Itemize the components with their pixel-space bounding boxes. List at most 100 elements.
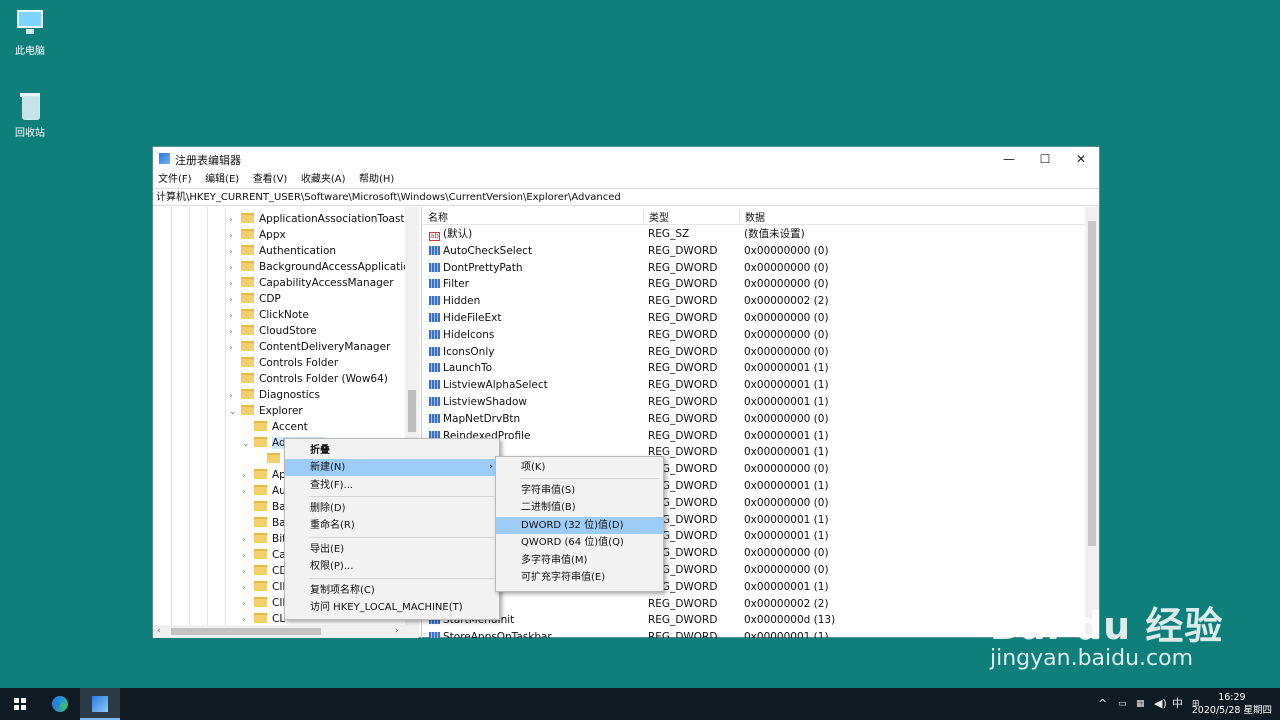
expand-arrow-icon[interactable]: ›: [229, 276, 241, 292]
scroll-left-arrow-icon[interactable]: ‹: [157, 625, 161, 638]
expand-arrow-icon[interactable]: ›: [229, 292, 241, 308]
tree-item[interactable]: › ContentDeliveryManager: [229, 339, 390, 355]
close-button[interactable]: ✕: [1063, 147, 1099, 171]
expand-arrow-icon[interactable]: ⌄: [242, 436, 254, 452]
tree-item[interactable]: Accent: [242, 419, 308, 435]
menu-item-permissions[interactable]: 权限(P)...: [285, 558, 499, 575]
taskbar-regedit-button[interactable]: [80, 688, 120, 720]
tree-item[interactable]: › CapabilityAccessManager: [229, 275, 394, 291]
tree-item[interactable]: › CDP: [229, 291, 281, 307]
submenu-item-binary-value[interactable]: 二进制值(B): [496, 499, 663, 516]
table-row[interactable]: HideIcons REG_DWORD 0x00000000 (0): [423, 327, 1085, 344]
expand-arrow-icon[interactable]: ›: [229, 324, 241, 340]
scrollbar-thumb[interactable]: [408, 390, 416, 432]
table-row[interactable]: ListviewShadow REG_DWORD 0x00000001 (1): [423, 394, 1085, 411]
tree-item[interactable]: › ApplicationAssociationToasts: [229, 211, 410, 227]
expand-arrow-icon[interactable]: ›: [229, 308, 241, 324]
scrollbar-thumb[interactable]: [1088, 221, 1096, 546]
menu-item-copy-key-name[interactable]: 复制项名称(C): [285, 582, 499, 599]
menu-file[interactable]: 文件(F): [153, 171, 197, 189]
expand-arrow-icon[interactable]: ›: [242, 532, 254, 548]
address-bar[interactable]: 计算机\HKEY_CURRENT_USER\Software\Microsoft…: [153, 188, 1099, 206]
taskbar-edge-button[interactable]: [40, 688, 80, 720]
expand-arrow-icon[interactable]: ›: [242, 596, 254, 612]
minimize-button[interactable]: —: [991, 147, 1027, 171]
tree-item[interactable]: › Diagnostics: [229, 387, 320, 403]
expand-arrow-icon[interactable]: ›: [229, 228, 241, 244]
submenu-item-qword-value[interactable]: QWORD (64 位)值(Q): [496, 534, 663, 551]
column-header-type[interactable]: 类型: [643, 209, 669, 224]
scrollbar-thumb[interactable]: [171, 628, 321, 635]
table-row[interactable]: Filter REG_DWORD 0x00000000 (0): [423, 276, 1085, 293]
menu-item-export[interactable]: 导出(E): [285, 541, 499, 558]
expand-arrow-icon[interactable]: ›: [242, 580, 254, 596]
menu-item-delete[interactable]: 删除(D): [285, 500, 499, 517]
tree-item[interactable]: Controls Folder: [229, 355, 338, 371]
table-row[interactable]: DontPrettyPath REG_DWORD 0x00000000 (0): [423, 260, 1085, 277]
ime-indicator[interactable]: 中: [1172, 688, 1183, 720]
menu-item-find[interactable]: 查找(F)...: [285, 477, 499, 494]
expand-arrow-icon[interactable]: ›: [242, 612, 254, 625]
table-row[interactable]: StartMenuInit REG_DWORD 0x0000000d (13): [423, 612, 1085, 629]
scroll-right-arrow-icon[interactable]: ›: [395, 625, 399, 638]
tree-item[interactable]: Controls Folder (Wow64): [229, 371, 388, 387]
tree-item[interactable]: › CII: [242, 579, 286, 595]
table-row[interactable]: IconsOnly REG_DWORD 0x00000000 (0): [423, 344, 1085, 361]
list-vertical-scrollbar[interactable]: [1085, 207, 1099, 638]
tree-item[interactable]: Ba: [242, 499, 286, 515]
desktop-icon-recycle-bin[interactable]: 回收站: [0, 90, 60, 139]
desktop-icon-this-pc[interactable]: 此电脑: [0, 8, 60, 57]
menu-item-rename[interactable]: 重命名(R): [285, 517, 499, 534]
table-row[interactable]: ListviewAlphaSelect REG_DWORD 0x00000001 (…: [423, 377, 1085, 394]
expand-arrow-icon[interactable]: ›: [242, 468, 254, 484]
title-bar[interactable]: 注册表编辑器 — ☐ ✕: [153, 147, 1099, 171]
submenu-item-expandable-string-value[interactable]: 可扩充字符串值(E): [496, 569, 663, 586]
menu-view[interactable]: 查看(V): [248, 171, 293, 189]
menu-favorites[interactable]: 收藏夹(A): [296, 171, 351, 189]
expand-arrow-icon[interactable]: ›: [229, 340, 241, 356]
start-button[interactable]: [0, 688, 40, 720]
table-row[interactable]: StoreAppsOnTaskbar REG_DWORD 0x00000001 (1…: [423, 629, 1085, 638]
submenu-item-string-value[interactable]: 字符串值(S): [496, 482, 663, 499]
volume-icon[interactable]: ◀): [1154, 688, 1167, 720]
tray-overflow-icon[interactable]: ^: [1098, 688, 1107, 720]
menu-item-collapse[interactable]: 折叠: [285, 442, 499, 459]
expand-arrow-icon[interactable]: ›: [229, 260, 241, 276]
table-row[interactable]: FilesREG_DWORD0x00000002 (2): [423, 596, 1085, 613]
tree-item[interactable]: [255, 451, 285, 467]
tree-item[interactable]: › Bit: [242, 531, 286, 547]
maximize-button[interactable]: ☐: [1027, 147, 1063, 171]
expand-arrow-icon[interactable]: ›: [242, 484, 254, 500]
menu-item-visit-hklm[interactable]: 访问 HKEY_LOCAL_MACHINE(T): [285, 599, 499, 616]
table-row[interactable]: LaunchTo REG_DWORD 0x00000001 (1): [423, 360, 1085, 377]
menu-edit[interactable]: 编辑(E): [200, 171, 244, 189]
menu-help[interactable]: 帮助(H): [354, 171, 399, 189]
table-row[interactable]: ReindexedProfile REG_DWORD 0x00000001 (1): [423, 428, 1085, 445]
tree-horizontal-scrollbar[interactable]: ‹ ›: [153, 625, 419, 638]
table-row[interactable]: Hidden REG_DWORD 0x00000002 (2): [423, 293, 1085, 310]
tree-item[interactable]: › CII: [242, 595, 286, 611]
tree-item[interactable]: › ClickNote: [229, 307, 309, 323]
column-header-name[interactable]: 名称: [423, 209, 448, 224]
expand-arrow-icon[interactable]: ›: [242, 564, 254, 580]
taskbar-clock[interactable]: 16:29 2020/5/28 星期四: [1192, 691, 1272, 717]
table-row[interactable]: ab (默认) REG_SZ (数值未设置): [423, 226, 1085, 243]
tree-item[interactable]: › Au: [242, 483, 286, 499]
battery-icon[interactable]: ▭: [1118, 688, 1127, 720]
tree-item[interactable]: › CloudStore: [229, 323, 317, 339]
network-icon[interactable]: ▦: [1136, 688, 1145, 720]
tree-item[interactable]: › Appx: [229, 227, 286, 243]
expand-arrow-icon[interactable]: ⌄: [229, 404, 241, 420]
expand-arrow-icon[interactable]: ›: [242, 548, 254, 564]
table-row[interactable]: MapNetDrvBtn REG_DWORD 0x00000000 (0): [423, 411, 1085, 428]
tree-item[interactable]: › CL: [242, 611, 285, 625]
tree-item[interactable]: ⌄ Explorer: [229, 403, 303, 419]
expand-arrow-icon[interactable]: ›: [229, 244, 241, 260]
submenu-item-key[interactable]: 项(K): [496, 459, 663, 476]
tree-item[interactable]: › Authentication: [229, 243, 336, 259]
column-header-data[interactable]: 数据: [739, 209, 765, 224]
expand-arrow-icon[interactable]: ›: [229, 212, 241, 228]
tree-item[interactable]: › CD: [242, 563, 287, 579]
table-row[interactable]: HideFileExt REG_DWORD 0x00000000 (0): [423, 310, 1085, 327]
submenu-item-dword-value[interactable]: DWORD (32 位)值(D): [496, 517, 663, 534]
